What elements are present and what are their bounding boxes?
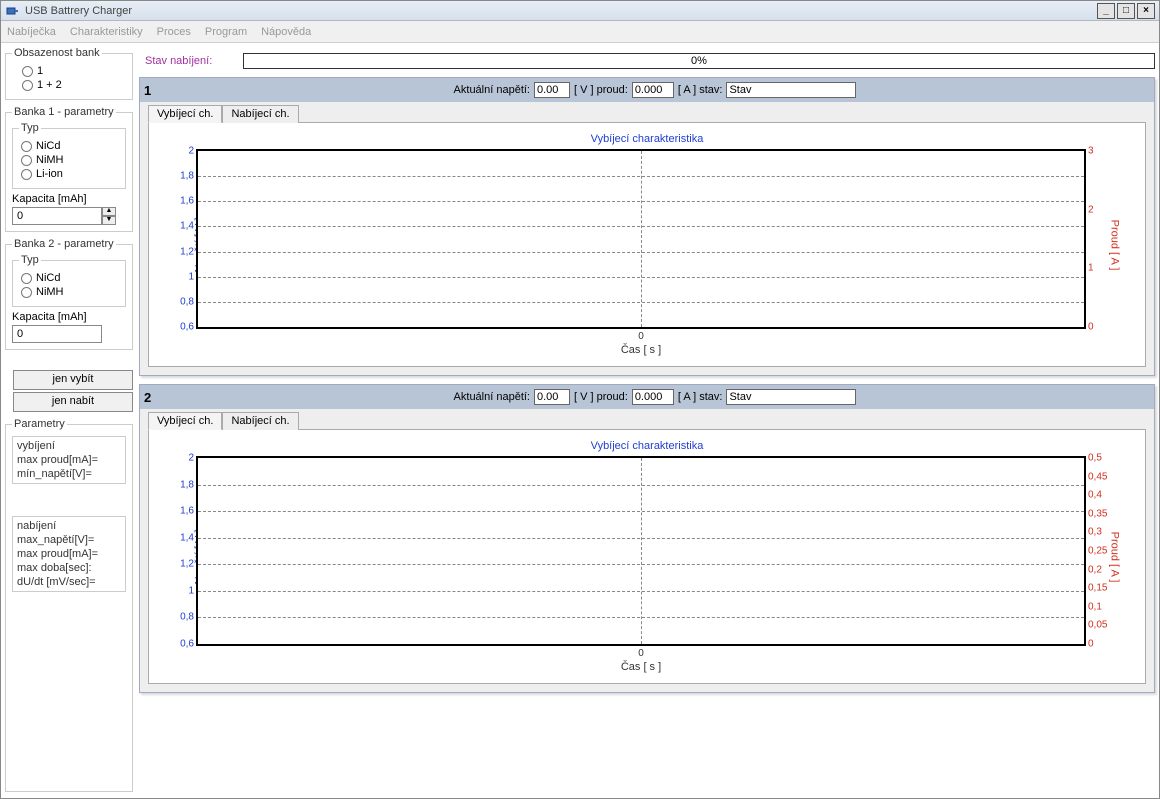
label-v-unit: [ V ] proud: [574, 84, 628, 96]
close-button[interactable]: × [1137, 3, 1155, 19]
app-window: USB Battrery Charger _ □ × Nabíječka Cha… [0, 0, 1160, 799]
x-tick: 0 [196, 331, 1086, 342]
radio-b1-liion[interactable] [21, 169, 32, 180]
menu-bar: Nabíječka Charakteristiky Proces Program… [1, 21, 1159, 43]
label-b2-kapacita: Kapacita [mAh] [12, 311, 126, 323]
group-bank2-typ: Typ NiCd NiMH [12, 254, 126, 307]
radio-b2-nimh[interactable] [21, 287, 32, 298]
input-proud-1[interactable] [632, 82, 674, 98]
legend-obsazenost: Obsazenost bank [12, 47, 102, 59]
menu-napoveda[interactable]: Nápověda [261, 26, 311, 38]
label-v-unit: [ V ] proud: [574, 391, 628, 403]
app-icon [5, 3, 21, 19]
plot-area: 21,81,61,41,210,80,6 0,50,450,40,350,30,… [196, 456, 1086, 646]
y-axis-right-label: Proud [ A ] [1109, 220, 1121, 271]
group-obsazenost: Obsazenost bank 1 1 + 2 [5, 47, 133, 100]
label-b1-kapacita: Kapacita [mAh] [12, 193, 126, 205]
panel-2-header: 2 Aktuální napětí: [ V ] proud: [ A ] st… [140, 385, 1154, 409]
label-b1-nimh: NiMH [36, 154, 64, 166]
input-b1-kapacita[interactable] [12, 207, 102, 225]
menu-charakteristiky[interactable]: Charakteristiky [70, 26, 143, 38]
panel-2-number: 2 [144, 390, 160, 405]
plot-area: 21,81,61,41,210,80,6 3210 [196, 149, 1086, 329]
sidebar: Obsazenost bank 1 1 + 2 Banka 1 - parame… [5, 47, 133, 794]
label-b1-nicd: NiCd [36, 140, 60, 152]
button-jen-vybit[interactable]: jen vybít [13, 370, 133, 390]
hdr-nabijeni: nabíjení [17, 519, 121, 533]
vyb-line1: max proud[mA]= [17, 453, 121, 467]
y-ticks-left: 21,81,61,41,210,80,6 [174, 151, 196, 327]
box-nabijeni: nabíjení max_napětí[V]= max proud[mA]= m… [12, 516, 126, 592]
legend-bank1-typ: Typ [19, 122, 41, 134]
label-b1-liion: Li-ion [36, 168, 63, 180]
panel-1: 1 Aktuální napětí: [ V ] proud: [ A ] st… [139, 77, 1155, 376]
input-stav-2[interactable] [726, 389, 856, 405]
label-stav-nabijeni: Stav nabíjení: [145, 55, 233, 67]
legend-parametry: Parametry [12, 418, 67, 430]
radio-bank-1[interactable] [22, 66, 33, 77]
tab-vybijeci-1[interactable]: Vybíjecí ch. [148, 105, 222, 123]
label-b2-nimh: NiMH [36, 286, 64, 298]
chart: Vybíjecí charakteristika Napětí [ V ] 21… [162, 440, 1132, 673]
radio-b1-nimh[interactable] [21, 155, 32, 166]
group-parametry: Parametry vybíjení max proud[mA]= mín_na… [5, 418, 133, 792]
chart: Vybíjecí charakteristika Napětí [ V ] 21… [162, 133, 1132, 356]
window-title: USB Battrery Charger [25, 5, 132, 17]
label-a-unit: [ A ] stav: [678, 84, 723, 96]
group-bank1: Banka 1 - parametry Typ NiCd NiMH Li-ion… [5, 106, 133, 232]
title-bar[interactable]: USB Battrery Charger _ □ × [1, 1, 1159, 21]
box-vybijeni: vybíjení max proud[mA]= mín_napětí[V]= [12, 436, 126, 484]
hdr-vybijeni: vybíjení [17, 439, 121, 453]
input-napeti-2[interactable] [534, 389, 570, 405]
button-jen-nabit[interactable]: jen nabít [13, 392, 133, 412]
maximize-button[interactable]: □ [1117, 3, 1135, 19]
tab-nabijeci-2[interactable]: Nabíjecí ch. [222, 412, 298, 430]
label-a-unit: [ A ] stav: [678, 391, 723, 403]
legend-bank1: Banka 1 - parametry [12, 106, 116, 118]
input-napeti-1[interactable] [534, 82, 570, 98]
label-aktualni-napeti: Aktuální napětí: [454, 391, 530, 403]
label-b2-nicd: NiCd [36, 272, 60, 284]
group-bank2: Banka 2 - parametry Typ NiCd NiMH Kapaci… [5, 238, 133, 350]
input-proud-2[interactable] [632, 389, 674, 405]
y-axis-right-label: Proud [ A ] [1109, 532, 1121, 583]
radio-b2-nicd[interactable] [21, 273, 32, 284]
content: Obsazenost bank 1 1 + 2 Banka 1 - parame… [1, 43, 1159, 798]
progress-bar: 0% [243, 53, 1155, 69]
nab-line3: max doba[sec]: [17, 561, 121, 575]
menu-proces[interactable]: Proces [157, 26, 191, 38]
x-axis-label: Čas [ s ] [196, 661, 1086, 673]
minimize-button[interactable]: _ [1097, 3, 1115, 19]
vyb-line2: mín_napětí[V]= [17, 467, 121, 481]
label-aktualni-napeti: Aktuální napětí: [454, 84, 530, 96]
nab-line2: max proud[mA]= [17, 547, 121, 561]
panel-2: 2 Aktuální napětí: [ V ] proud: [ A ] st… [139, 384, 1155, 693]
input-b2-kapacita[interactable] [12, 325, 102, 343]
y-ticks-left: 21,81,61,41,210,80,6 [174, 458, 196, 644]
x-tick: 0 [196, 648, 1086, 659]
group-bank1-typ: Typ NiCd NiMH Li-ion [12, 122, 126, 189]
radio-b1-nicd[interactable] [21, 141, 32, 152]
input-stav-1[interactable] [726, 82, 856, 98]
nab-line1: max_napětí[V]= [17, 533, 121, 547]
legend-bank2: Banka 2 - parametry [12, 238, 116, 250]
label-bank-12: 1 + 2 [37, 79, 62, 91]
chart-title: Vybíjecí charakteristika [162, 133, 1132, 149]
nab-line4: dU/dt [mV/sec]= [17, 575, 121, 589]
legend-bank2-typ: Typ [19, 254, 41, 266]
main-area: Stav nabíjení: 0% 1 Aktuální napětí: [ V… [133, 47, 1155, 794]
tab-nabijeci-1[interactable]: Nabíjecí ch. [222, 105, 298, 123]
radio-bank-12[interactable] [22, 80, 33, 91]
panel-1-number: 1 [144, 83, 160, 98]
spin-b1-up[interactable]: ▲ [102, 207, 116, 216]
menu-program[interactable]: Program [205, 26, 247, 38]
tab-vybijeci-2[interactable]: Vybíjecí ch. [148, 412, 222, 430]
x-axis-label: Čas [ s ] [196, 344, 1086, 356]
label-bank-1: 1 [37, 65, 43, 77]
chart-title: Vybíjecí charakteristika [162, 440, 1132, 456]
menu-nabijecka[interactable]: Nabíječka [7, 26, 56, 38]
panel-1-header: 1 Aktuální napětí: [ V ] proud: [ A ] st… [140, 78, 1154, 102]
spin-b1-down[interactable]: ▼ [102, 216, 116, 225]
